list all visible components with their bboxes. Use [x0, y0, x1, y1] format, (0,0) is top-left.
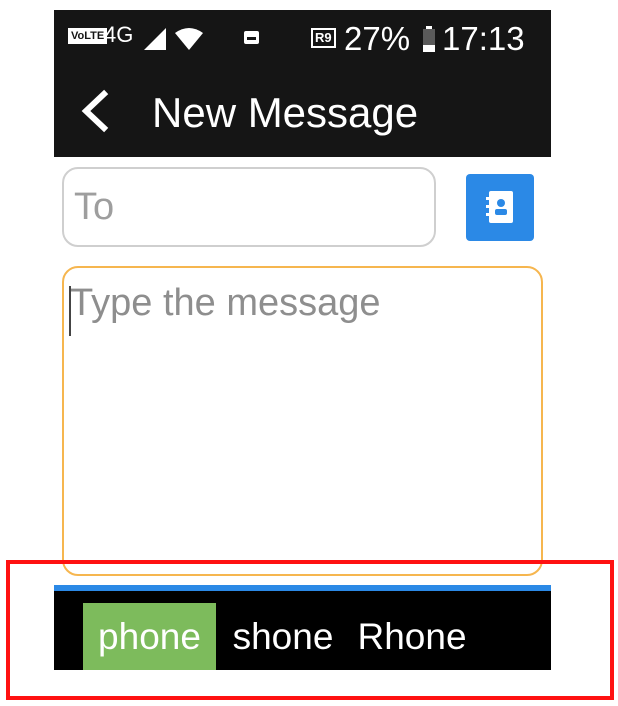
status-bar: VoLTE 4G R9 27% 17:13 [54, 10, 551, 66]
suggestion-bar: phone shone Rhone [54, 591, 551, 670]
suggestion-item-selected[interactable]: phone [83, 603, 216, 670]
recipient-input[interactable] [62, 167, 436, 247]
wifi-icon [175, 28, 203, 50]
battery-percentage: 27% [344, 20, 411, 57]
battery-icon [423, 26, 435, 52]
roaming-indicator: R9 [311, 28, 336, 48]
contacts-book-icon [486, 191, 513, 223]
app-bar: New Message [54, 66, 551, 157]
screen: VoLTE 4G R9 27% 17:13 New Message To Typ… [0, 0, 618, 706]
suggestion-item[interactable]: Rhone [356, 603, 468, 670]
suggestion-item[interactable]: shone [228, 603, 338, 670]
contacts-button[interactable] [466, 174, 534, 241]
text-cursor [69, 286, 71, 336]
chevron-left-icon [81, 89, 109, 133]
network-type: 4G [104, 22, 134, 47]
signal-icon [144, 28, 166, 50]
message-input[interactable] [62, 266, 543, 576]
back-button[interactable] [72, 86, 120, 136]
page-title: New Message [152, 89, 419, 136]
sim-card-icon [244, 31, 259, 44]
phone-screen: VoLTE 4G R9 27% 17:13 New Message To Typ… [54, 10, 551, 670]
clock: 17:13 [442, 20, 525, 57]
volte-indicator: VoLTE [68, 28, 108, 44]
